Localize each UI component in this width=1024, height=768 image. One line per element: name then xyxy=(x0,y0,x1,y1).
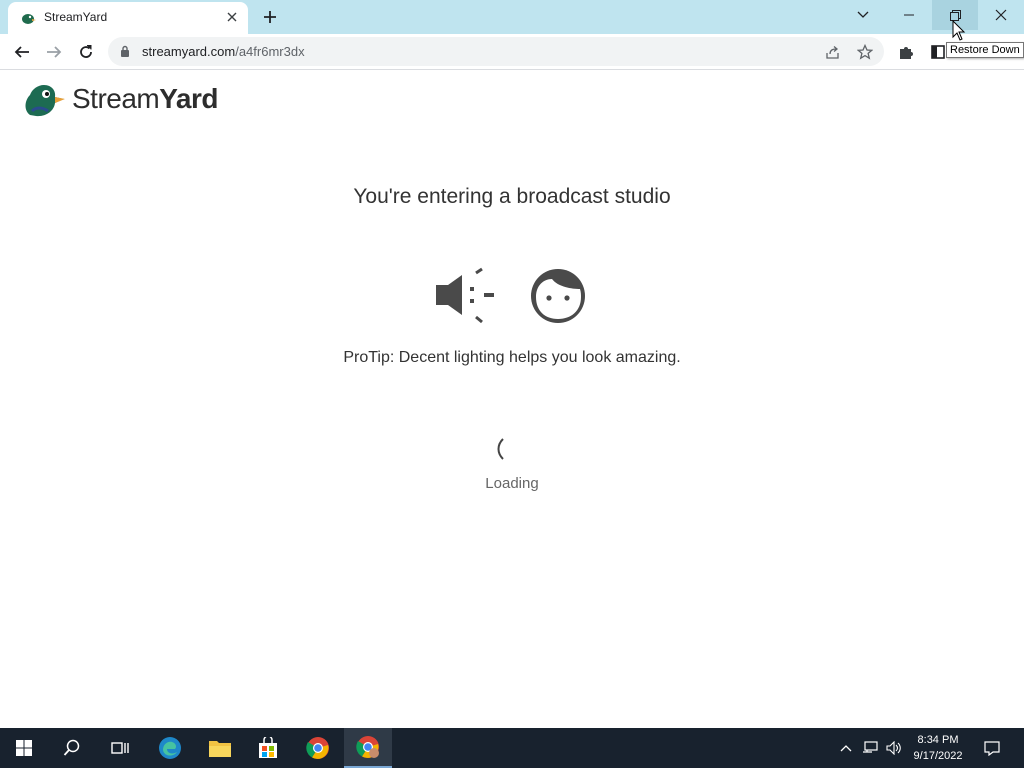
taskbar-clock[interactable]: 8:34 PM 9/17/2022 xyxy=(906,732,970,764)
logo-text: StreamYard xyxy=(72,83,218,115)
tab-title: StreamYard xyxy=(44,10,108,24)
edge-browser-icon[interactable] xyxy=(146,728,194,768)
chrome-browser-icon[interactable] xyxy=(294,728,342,768)
page-heading: You're entering a broadcast studio xyxy=(353,185,671,208)
loading-spinner-icon xyxy=(497,438,504,460)
new-tab-plus-icon[interactable] xyxy=(258,5,282,29)
light-plug-icon xyxy=(436,267,494,324)
url-host: streamyard.com xyxy=(142,44,236,59)
tab-close-icon[interactable] xyxy=(222,7,242,27)
chrome-profile-active-icon[interactable] xyxy=(344,728,392,768)
notifications-icon[interactable] xyxy=(982,738,1002,758)
url-text: streamyard.com/a4fr6mr3dx xyxy=(142,44,305,59)
duck-logo-icon xyxy=(25,85,65,117)
windows-start-icon[interactable] xyxy=(0,728,48,768)
restore-down-tooltip: Restore Down xyxy=(946,42,1024,58)
streamyard-logo[interactable]: StreamYard xyxy=(22,81,218,117)
clock-time: 8:34 PM xyxy=(917,734,959,746)
browser-toolbar: streamyard.com/a4fr6mr3dx xyxy=(0,34,1024,70)
face-icon xyxy=(531,269,585,323)
browser-titlebar: StreamYard xyxy=(0,0,1024,34)
logo-text-stream: Stream xyxy=(72,83,160,114)
microsoft-store-icon[interactable] xyxy=(244,728,292,768)
volume-icon[interactable] xyxy=(884,738,904,758)
tab-search-chevron-down-icon[interactable] xyxy=(840,0,886,30)
forward-arrow-icon[interactable] xyxy=(40,38,68,66)
address-bar[interactable]: streamyard.com/a4fr6mr3dx xyxy=(108,37,884,66)
streamyard-favicon-icon xyxy=(22,14,36,24)
file-explorer-icon[interactable] xyxy=(196,728,244,768)
share-icon[interactable] xyxy=(822,41,844,63)
reload-icon[interactable] xyxy=(72,38,100,66)
tip-illustration xyxy=(436,267,585,324)
minimize-icon[interactable] xyxy=(886,0,932,30)
extensions-puzzle-icon[interactable] xyxy=(892,38,920,66)
network-icon[interactable] xyxy=(860,738,880,758)
mouse-cursor-icon xyxy=(952,20,966,41)
close-window-icon[interactable] xyxy=(978,0,1024,30)
chevron-up-icon[interactable] xyxy=(836,738,856,758)
loading-text: Loading xyxy=(485,475,539,492)
windows-taskbar: 8:34 PM 9/17/2022 xyxy=(0,728,1024,768)
url-path: /a4fr6mr3dx xyxy=(235,44,305,59)
protip-text: ProTip: Decent lighting helps you look a… xyxy=(343,349,681,366)
tab-streamyard[interactable]: StreamYard xyxy=(8,2,248,34)
back-arrow-icon[interactable] xyxy=(8,38,36,66)
lock-icon xyxy=(121,45,129,57)
page-content: StreamYard You're entering a broadcast s… xyxy=(0,71,1024,728)
clock-date: 9/17/2022 xyxy=(913,750,963,762)
bookmark-star-icon[interactable] xyxy=(854,41,876,63)
task-view-icon[interactable] xyxy=(96,728,144,768)
logo-text-yard: Yard xyxy=(159,83,218,114)
search-icon[interactable] xyxy=(48,728,96,768)
